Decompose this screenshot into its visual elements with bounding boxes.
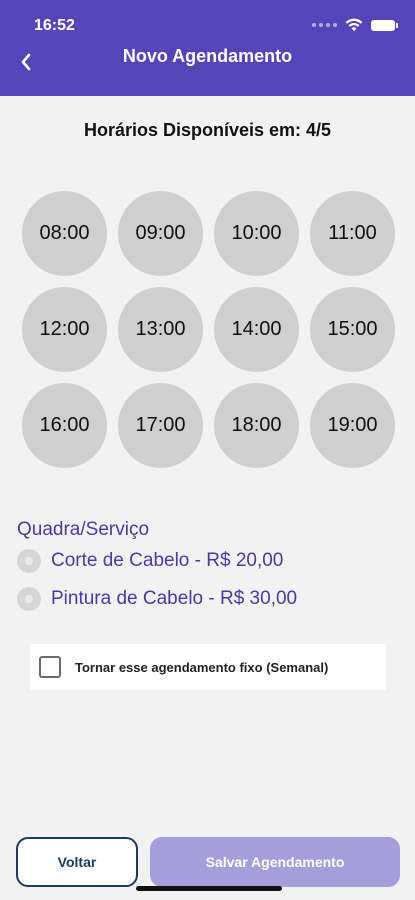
wifi-icon	[345, 18, 363, 31]
fixed-schedule-checkbox[interactable]	[39, 656, 61, 678]
time-slot[interactable]: 18:00	[214, 383, 299, 468]
time-slot[interactable]: 14:00	[214, 287, 299, 372]
service-option-label: Pintura de Cabelo - R$ 30,00	[51, 588, 298, 609]
time-slot[interactable]: 16:00	[22, 383, 107, 468]
home-indicator	[136, 886, 282, 891]
service-option-label: Corte de Cabelo - R$ 20,00	[51, 550, 284, 571]
time-slot[interactable]: 09:00	[118, 191, 203, 276]
fixed-schedule-label: Tornar esse agendamento fixo (Semanal)	[75, 659, 329, 675]
time-slot[interactable]: 10:00	[214, 191, 299, 276]
service-option-haircut[interactable]: Corte de Cabelo - R$ 20,00	[17, 549, 283, 573]
app-header: 16:52 Novo Agendamento	[0, 0, 415, 96]
battery-icon	[371, 19, 398, 31]
time-slot[interactable]: 12:00	[22, 287, 107, 372]
save-appointment-button[interactable]: Salvar Agendamento	[150, 837, 400, 887]
page-title: Novo Agendamento	[122, 46, 293, 66]
service-section-title: Quadra/Serviço	[17, 519, 150, 540]
status-icons	[312, 18, 398, 32]
radio-button[interactable]	[17, 587, 41, 611]
time-slot[interactable]: 13:00	[118, 287, 203, 372]
time-slot[interactable]: 08:00	[22, 191, 107, 276]
radio-button[interactable]	[17, 549, 41, 573]
time-slot-grid: 08:00 09:00 10:00 11:00 12:00 13:00 14:0…	[22, 191, 395, 468]
service-option-coloring[interactable]: Pintura de Cabelo - R$ 30,00	[17, 587, 297, 611]
signal-icon	[312, 23, 337, 27]
time-slot[interactable]: 15:00	[310, 287, 395, 372]
back-button[interactable]: Voltar	[16, 837, 138, 887]
time-slot[interactable]: 11:00	[310, 191, 395, 276]
fixed-schedule-row[interactable]: Tornar esse agendamento fixo (Semanal)	[30, 644, 386, 690]
time-slot[interactable]: 17:00	[118, 383, 203, 468]
status-time: 16:52	[34, 17, 75, 34]
availability-title: Horários Disponíveis em: 4/5	[83, 120, 332, 140]
time-slot[interactable]: 19:00	[310, 383, 395, 468]
